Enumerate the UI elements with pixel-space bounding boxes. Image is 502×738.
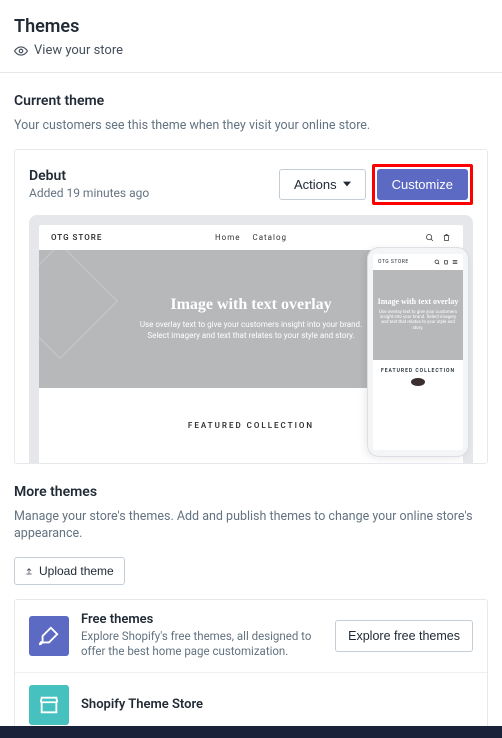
- upload-icon: [25, 567, 33, 575]
- actions-label: Actions: [294, 177, 337, 192]
- preview-nav-catalog: Catalog: [253, 233, 288, 242]
- divider: [0, 72, 502, 73]
- customize-highlight: Customize: [372, 164, 473, 205]
- page-title: Themes: [14, 16, 488, 37]
- explore-free-themes-button[interactable]: Explore free themes: [335, 620, 473, 652]
- search-icon: [425, 233, 434, 242]
- search-icon: [434, 259, 440, 265]
- preview-hero-title: Image with text overlay: [170, 296, 331, 314]
- mobile-preview-frame: OTG STORE: [367, 247, 469, 457]
- eye-icon: [14, 44, 28, 58]
- footer-bar: [0, 726, 502, 738]
- more-themes-desc: Manage your store's themes. Add and publ…: [14, 508, 488, 543]
- preview-hero-title-mobile: Image with text overlay: [378, 298, 459, 307]
- current-theme-desc: Your customers see this theme when they …: [14, 117, 488, 135]
- free-themes-desc: Explore Shopify's free themes, all desig…: [81, 629, 323, 660]
- customize-button[interactable]: Customize: [377, 169, 468, 200]
- view-store-link[interactable]: View your store: [14, 43, 488, 58]
- preview-brand: OTG STORE: [51, 233, 102, 242]
- theme-preview: OTG STORE Home Catalog Image with text o…: [15, 215, 487, 463]
- actions-button[interactable]: Actions: [279, 169, 366, 200]
- bag-icon: [442, 233, 451, 242]
- more-themes-heading: More themes: [14, 484, 488, 500]
- view-store-label: View your store: [34, 43, 123, 58]
- more-themes-card: Free themes Explore Shopify's free theme…: [14, 599, 488, 738]
- upload-theme-button[interactable]: Upload theme: [14, 557, 125, 585]
- preview-featured-heading-mobile: FEATURED COLLECTION: [381, 368, 455, 374]
- free-themes-row: Free themes Explore Shopify's free theme…: [15, 600, 487, 672]
- free-themes-tile: [29, 616, 69, 656]
- menu-icon: [452, 259, 458, 265]
- caret-down-icon: [343, 180, 351, 188]
- current-theme-card: Debut Added 19 minutes ago Actions Custo…: [14, 149, 488, 464]
- theme-name: Debut: [29, 168, 149, 184]
- preview-hero-sub: Use overlay text to give your customers …: [131, 320, 371, 341]
- store-icon: [38, 694, 60, 716]
- product-thumb: [411, 378, 425, 386]
- preview-brand-mobile: OTG STORE: [378, 259, 409, 265]
- theme-store-tile: [29, 685, 69, 725]
- bag-icon: [443, 259, 449, 265]
- preview-nav-home: Home: [215, 233, 241, 242]
- upload-theme-label: Upload theme: [39, 564, 114, 578]
- preview-hero-sub-mobile: Use overlay text to give your customers …: [377, 310, 459, 332]
- brush-icon: [38, 625, 60, 647]
- free-themes-title: Free themes: [81, 612, 323, 627]
- theme-added-meta: Added 19 minutes ago: [29, 186, 149, 200]
- current-theme-heading: Current theme: [14, 93, 488, 109]
- theme-store-title: Shopify Theme Store: [81, 697, 473, 712]
